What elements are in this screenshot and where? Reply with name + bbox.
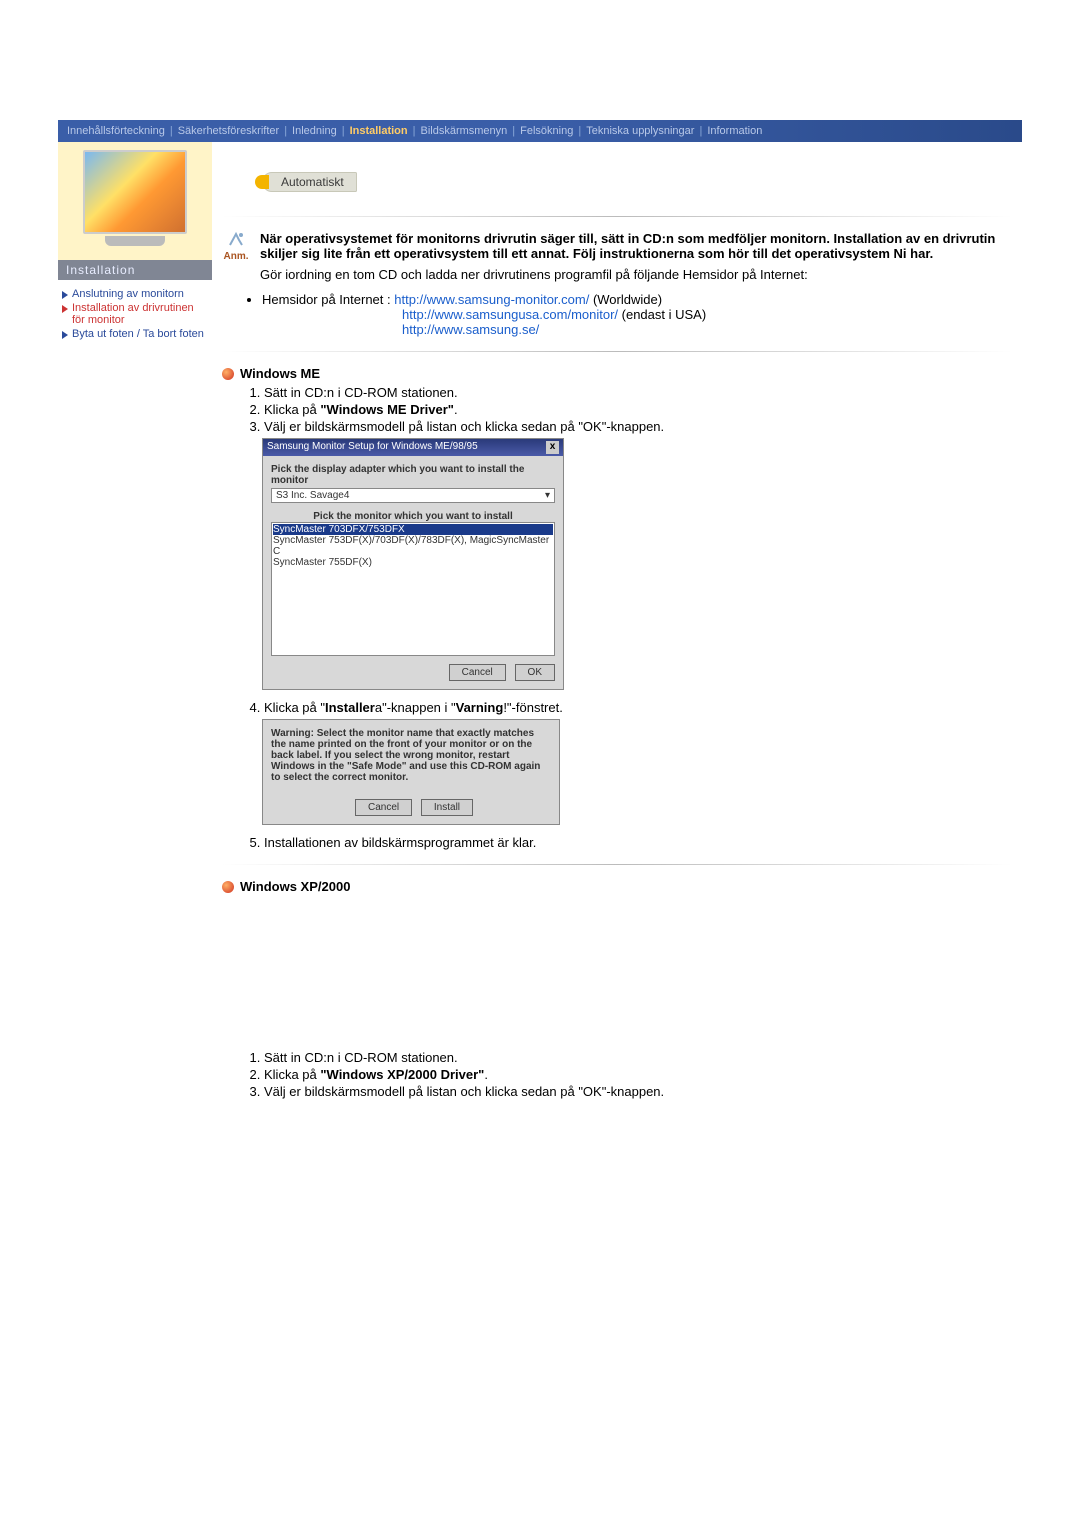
steps-windows-xp: Sätt in CD:n i CD-ROM stationen. Klicka … (246, 1050, 1012, 1099)
adapter-select[interactable]: S3 Inc. Savage4▾ (271, 488, 555, 503)
intro-text: När operativsystemet för monitorns drivr… (260, 231, 1002, 282)
link-usa[interactable]: http://www.samsungusa.com/monitor/ (402, 307, 618, 322)
top-nav: Innehållsförteckning|Säkerhetsföreskrift… (58, 120, 1022, 142)
install-button[interactable]: Install (421, 799, 473, 816)
main-content: Automatiskt Anm. När operativsystemet fö… (212, 142, 1022, 1101)
sidebar-item[interactable]: Installation av drivrutinen för monitor (62, 302, 208, 326)
chevron-down-icon: ▾ (545, 490, 550, 501)
arrow-icon (62, 331, 68, 339)
dialog-monitor-setup: Samsung Monitor Setup for Windows ME/98/… (262, 438, 564, 690)
nav-item[interactable]: Innehållsförteckning (62, 125, 170, 137)
divider (222, 864, 1012, 865)
note-icon (227, 231, 245, 249)
tab-automatic[interactable]: Automatiskt (262, 172, 357, 192)
note-badge: Anm. (222, 231, 250, 262)
list-item[interactable]: SyncMaster 703DFX/753DFX (273, 524, 553, 535)
nav-item[interactable]: Tekniska upplysningar (581, 125, 699, 137)
sidebar-item-label: Installation av drivrutinen för monitor (72, 302, 208, 326)
monitor-thumbnail (83, 150, 187, 234)
divider (222, 351, 1012, 352)
sidebar-item[interactable]: Byta ut foten / Ta bort foten (62, 328, 208, 340)
list-item[interactable]: SyncMaster 753DF(X)/703DF(X)/783DF(X), M… (273, 535, 553, 557)
nav-item[interactable]: Säkerhetsföreskrifter (173, 125, 284, 137)
sidebar-item-label: Anslutning av monitorn (72, 288, 184, 300)
nav-item[interactable]: Installation (345, 125, 413, 137)
warning-text: Warning: Select the monitor name that ex… (271, 728, 551, 783)
nav-item[interactable]: Felsökning (515, 125, 578, 137)
bullet-icon (222, 368, 234, 380)
homesites-list: Hemsidor på Internet : http://www.samsun… (222, 292, 1012, 337)
steps-windows-me: Sätt in CD:n i CD-ROM stationen. Klicka … (246, 385, 1012, 434)
arrow-icon (62, 305, 68, 313)
monitor-listbox[interactable]: SyncMaster 703DFX/753DFXSyncMaster 753DF… (271, 522, 555, 656)
ok-button[interactable]: OK (515, 664, 555, 681)
close-icon[interactable]: x (546, 441, 559, 454)
nav-item[interactable]: Inledning (287, 125, 342, 137)
sidebar-item[interactable]: Anslutning av monitorn (62, 288, 208, 300)
nav-item[interactable]: Bildskärmsmenyn (415, 125, 512, 137)
heading-windows-me: Windows ME (222, 366, 1012, 381)
dialog-title: Samsung Monitor Setup for Windows ME/98/… (267, 441, 478, 454)
sidebar-thumbnail (58, 142, 212, 260)
steps-windows-me-cont: Klicka på "Installera"-knappen i "Varnin… (246, 700, 1012, 715)
heading-windows-xp: Windows XP/2000 (222, 879, 1012, 894)
sidebar-links: Anslutning av monitorn Installation av dr… (58, 280, 212, 348)
sidebar-item-label: Byta ut foten / Ta bort foten (72, 328, 204, 340)
arrow-icon (62, 291, 68, 299)
sidebar-title: Installation (58, 260, 212, 280)
divider (222, 216, 1012, 217)
link-worldwide[interactable]: http://www.samsung-monitor.com/ (394, 292, 589, 307)
nav-item[interactable]: Information (702, 125, 767, 137)
steps-windows-me-end: Installationen av bildskärmsprogrammet ä… (246, 835, 1012, 850)
bullet-icon (222, 881, 234, 893)
cancel-button[interactable]: Cancel (449, 664, 506, 681)
dialog-warning: Warning: Select the monitor name that ex… (262, 719, 560, 825)
sidebar: Installation Anslutning av monitorn Insta… (58, 142, 212, 348)
link-se[interactable]: http://www.samsung.se/ (402, 322, 539, 337)
cancel-button[interactable]: Cancel (355, 799, 412, 816)
list-item[interactable]: SyncMaster 755DF(X) (273, 557, 553, 568)
